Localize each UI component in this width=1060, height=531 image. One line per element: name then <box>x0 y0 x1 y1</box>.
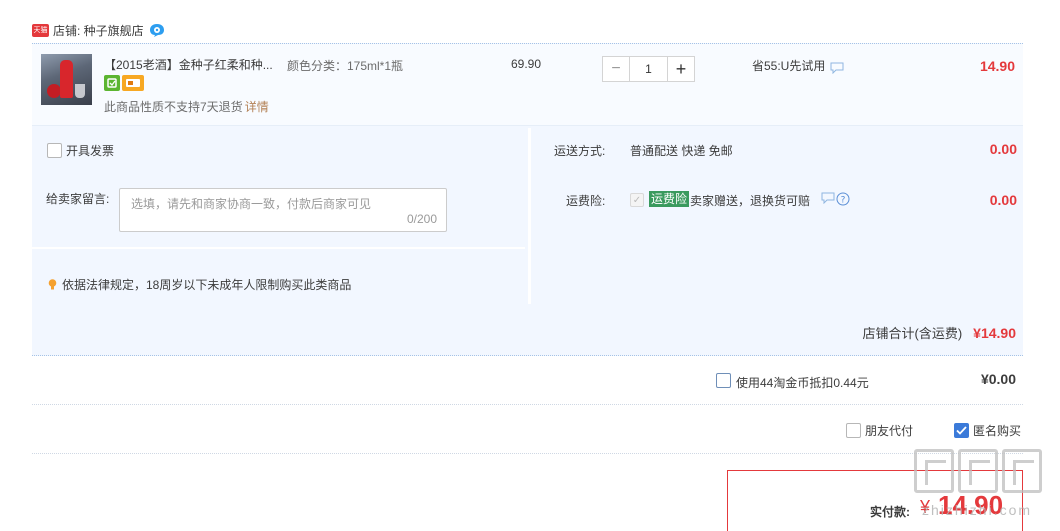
actual-payment-label: 实付款: <box>870 505 910 519</box>
taobao-coin-label: 使用44淘金币抵扣0.44元 <box>736 376 869 390</box>
invoice-label: 开具发票 <box>66 144 115 158</box>
seller-message-textarea[interactable]: 选填，请先和商家协商一致，付款后商家可见 0/200 <box>119 188 447 232</box>
quantity-increase-button[interactable]: + <box>667 56 695 82</box>
shipping-insurance-badge: 运费险 <box>649 191 690 207</box>
shipping-insurance-text: 卖家赠送，退换货可赔 <box>690 194 811 208</box>
actual-payment-box: 实付款: ¥ 14.90 <box>727 470 1023 531</box>
order-block: 【2015老酒】金种子红柔和种... 此商品性质不支持7天退货 详情 颜色分类：1… <box>32 43 1023 356</box>
return-policy-note: 此商品性质不支持7天退货 详情 <box>104 98 269 115</box>
payment-options-row: 朋友代付 匿名购买 <box>32 406 1023 454</box>
order-options-right: 运送方式: 普通配送 快递 免邮 0.00 运费险: ✓ 运费险 卖家赠送，退换… <box>528 128 1023 304</box>
friend-pay-checkbox[interactable] <box>846 423 861 438</box>
promo-icons <box>104 75 144 91</box>
seller-message-label: 给卖家留言: <box>46 192 110 206</box>
shipping-insurance-label: 运费险: <box>566 194 606 208</box>
taobao-coin-amount: ¥0.00 <box>980 371 1016 387</box>
taobao-coin-row: 使用44淘金币抵扣0.44元 ¥0.00 <box>32 357 1023 405</box>
message-icon[interactable] <box>821 192 835 204</box>
quantity-input[interactable]: 1 <box>630 56 667 82</box>
shop-subtotal: 店铺合计(含运费) ¥14.90 <box>863 323 1017 342</box>
shipping-insurance-icons: ? <box>821 192 850 206</box>
shop-name-link[interactable]: 店铺: 种子旗舰店 <box>53 22 144 39</box>
divider <box>32 247 525 249</box>
lightbulb-icon <box>48 278 57 289</box>
invoice-option[interactable]: 开具发票 <box>47 142 114 159</box>
discount-text: 省55:U先试用 <box>752 59 826 73</box>
guarantee-icon[interactable] <box>104 75 120 91</box>
shop-subtotal-amount: ¥14.90 <box>973 325 1016 341</box>
item-total-price: 14.90 <box>979 58 1015 74</box>
quantity-decrease-button[interactable]: − <box>602 56 630 82</box>
actual-payment-amount: 14.90 <box>938 490 1004 520</box>
actual-payment-currency: ¥ <box>920 497 931 517</box>
shipping-fee: 0.00 <box>989 141 1017 157</box>
friend-pay-label: 朋友代付 <box>865 424 914 438</box>
detail-link[interactable]: 详情 <box>245 100 269 114</box>
shipping-insurance-checkbox: ✓ <box>630 193 644 207</box>
return-policy-text: 此商品性质不支持7天退货 <box>104 100 243 114</box>
age-restriction-note: 依据法律规定，18周岁以下未成年人限制购买此类商品 <box>48 276 351 293</box>
anonymous-purchase-option[interactable]: 匿名购买 <box>954 422 1021 439</box>
shipping-method-label: 运送方式: <box>554 144 606 158</box>
product-thumbnail[interactable] <box>41 54 92 105</box>
shipping-insurance-fee: 0.00 <box>989 192 1017 208</box>
svg-text:?: ? <box>841 196 846 206</box>
product-sku: 颜色分类：175ml*1瓶 <box>287 59 404 73</box>
seller-message-placeholder: 选填，请先和商家协商一致，付款后商家可见 <box>131 197 372 211</box>
order-item-row: 【2015老酒】金种子红柔和种... 此商品性质不支持7天退货 详情 颜色分类：1… <box>32 44 1023 126</box>
help-icon[interactable]: ? <box>836 192 850 206</box>
discount-detail-icon[interactable] <box>830 62 844 74</box>
shop-header: 天猫 店铺: 种子旗舰店 <box>32 20 165 40</box>
shipping-method-value: 普通配送 快递 免邮 <box>630 144 733 158</box>
product-title-link[interactable]: 【2015老酒】金种子红柔和种... <box>104 56 282 73</box>
quantity-stepper: − 1 + <box>602 56 695 82</box>
unit-price: 69.90 <box>511 57 542 71</box>
discount-info: 省55:U先试用 <box>752 57 844 74</box>
shop-subtotal-label: 店铺合计(含运费) <box>862 326 963 341</box>
seller-message-counter: 0/200 <box>406 212 437 226</box>
anonymous-purchase-checkbox[interactable] <box>954 423 969 438</box>
credit-card-icon[interactable] <box>122 75 144 91</box>
invoice-checkbox[interactable] <box>47 143 62 158</box>
taobao-coin-checkbox[interactable] <box>716 373 731 388</box>
age-restriction-text: 依据法律规定，18周岁以下未成年人限制购买此类商品 <box>62 278 352 292</box>
wangwang-chat-icon[interactable] <box>149 23 165 37</box>
order-options-left: 开具发票 给卖家留言: 选填，请先和商家协商一致，付款后商家可见 0/200 依… <box>32 128 525 304</box>
friend-pay-option[interactable]: 朋友代付 <box>846 422 913 439</box>
tmall-icon: 天猫 <box>32 23 49 37</box>
anonymous-purchase-label: 匿名购买 <box>973 424 1022 438</box>
